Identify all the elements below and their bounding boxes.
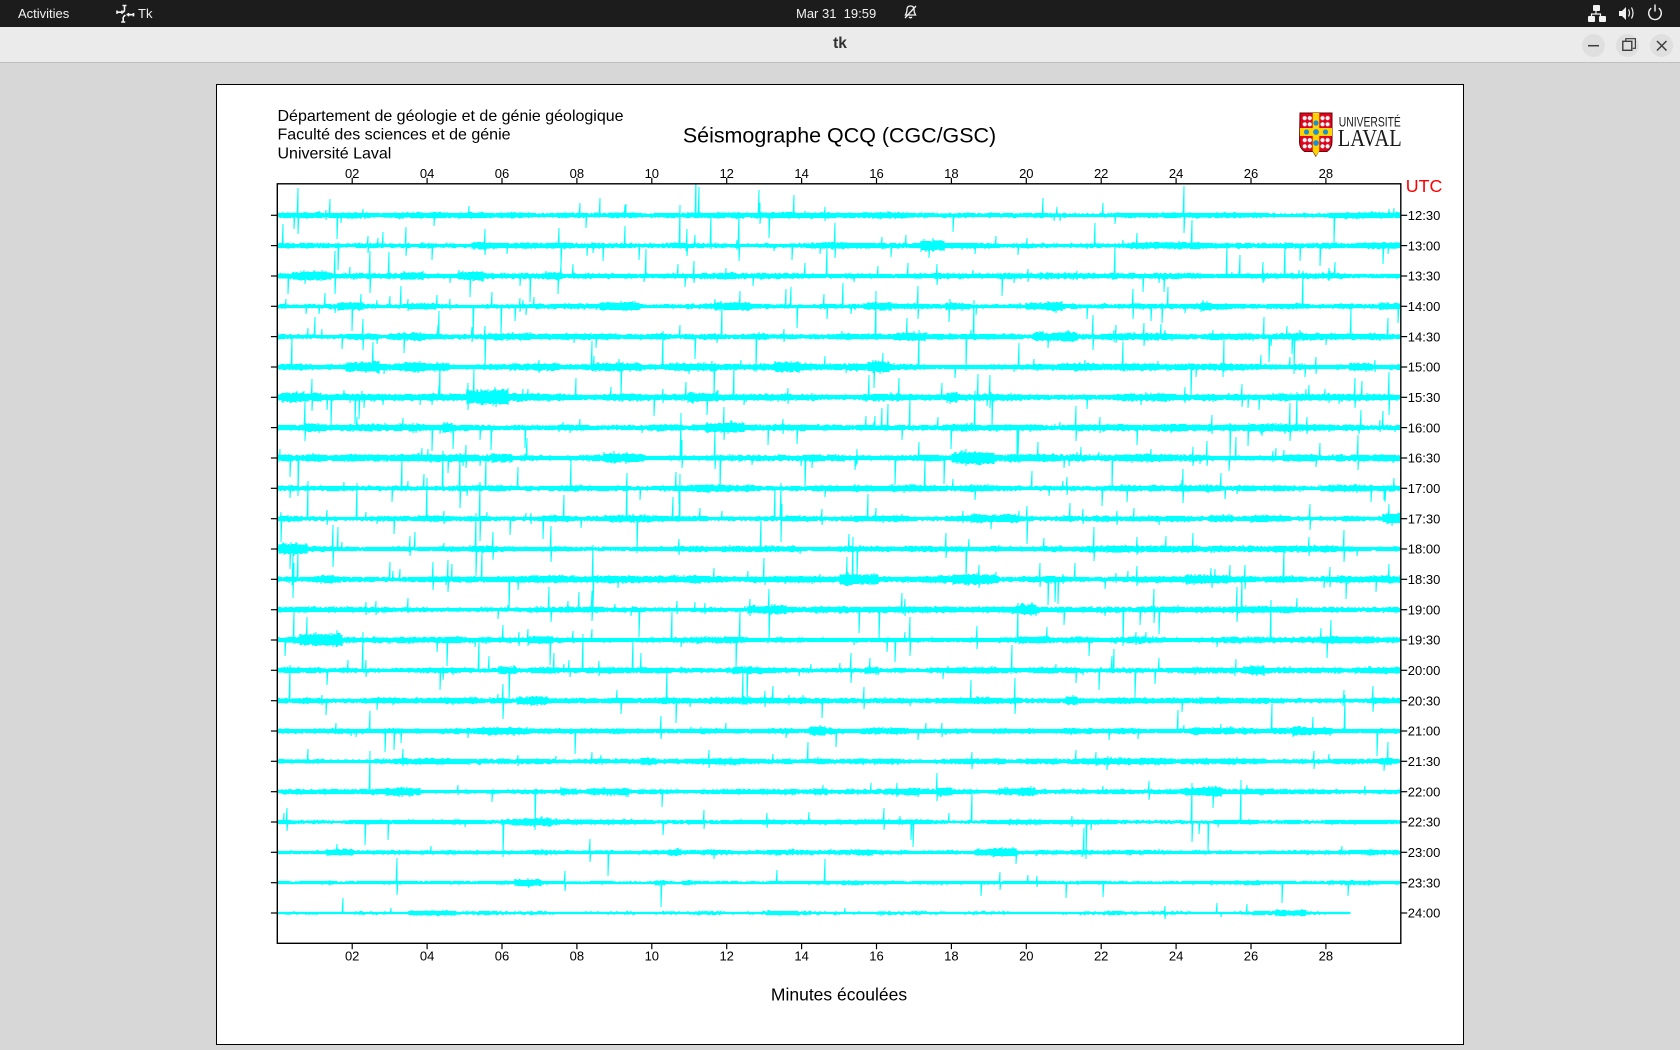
svg-text:06: 06 [495,166,509,181]
svg-text:22:00: 22:00 [1408,784,1441,799]
svg-text:15:30: 15:30 [1408,390,1441,405]
svg-text:23:30: 23:30 [1408,875,1441,890]
svg-text:Université Laval: Université Laval [278,146,392,163]
svg-text:24:00: 24:00 [1408,906,1441,921]
svg-text:08: 08 [570,949,584,964]
svg-text:14: 14 [794,166,808,181]
svg-text:16:00: 16:00 [1408,420,1441,435]
svg-text:20: 20 [1019,166,1033,181]
svg-text:28: 28 [1319,166,1333,181]
svg-text:21:30: 21:30 [1408,754,1441,769]
svg-text:08: 08 [570,166,584,181]
svg-text:17:30: 17:30 [1408,511,1441,526]
svg-text:18: 18 [944,949,958,964]
svg-text:15:00: 15:00 [1408,360,1441,375]
svg-text:04: 04 [420,949,434,964]
svg-text:14:00: 14:00 [1408,299,1441,314]
svg-text:UTC: UTC [1406,176,1443,196]
svg-text:22: 22 [1094,166,1108,181]
svg-text:10: 10 [645,949,659,964]
svg-text:28: 28 [1319,949,1333,964]
svg-text:12:30: 12:30 [1408,208,1441,223]
svg-text:02: 02 [345,166,359,181]
svg-text:16: 16 [869,949,883,964]
svg-text:14: 14 [794,949,808,964]
svg-text:26: 26 [1244,166,1258,181]
svg-text:10: 10 [645,166,659,181]
svg-text:16: 16 [869,166,883,181]
svg-text:18: 18 [944,166,958,181]
svg-text:18:00: 18:00 [1408,542,1441,557]
svg-text:24: 24 [1169,949,1183,964]
svg-text:Séismographe QCQ (CGC/GSC): Séismographe QCQ (CGC/GSC) [683,123,996,147]
svg-text:04: 04 [420,166,434,181]
svg-text:21:00: 21:00 [1408,724,1441,739]
svg-text:19:30: 19:30 [1408,633,1441,648]
svg-text:20:30: 20:30 [1408,693,1441,708]
svg-text:26: 26 [1244,949,1258,964]
svg-text:24: 24 [1169,166,1183,181]
svg-text:12: 12 [719,949,733,964]
svg-text:13:30: 13:30 [1408,269,1441,284]
svg-text:Faculté des sciences et de gén: Faculté des sciences et de génie [278,126,511,143]
svg-text:13:00: 13:00 [1408,238,1441,253]
svg-text:16:30: 16:30 [1408,451,1441,466]
svg-text:22:30: 22:30 [1408,815,1441,830]
svg-text:LAVAL: LAVAL [1338,125,1402,152]
svg-text:14:30: 14:30 [1408,329,1441,344]
svg-text:Département de géologie et de: Département de géologie et de génie géol… [278,108,624,125]
svg-text:12: 12 [719,166,733,181]
svg-text:23:00: 23:00 [1408,845,1441,860]
svg-text:Minutes écoulées: Minutes écoulées [771,985,907,1005]
svg-text:20:00: 20:00 [1408,663,1441,678]
svg-text:20: 20 [1019,949,1033,964]
svg-text:17:00: 17:00 [1408,481,1441,496]
svg-text:22: 22 [1094,949,1108,964]
svg-text:Tk: Tk [138,6,153,21]
svg-text:02: 02 [345,949,359,964]
svg-text:06: 06 [495,949,509,964]
svg-text:19:00: 19:00 [1408,602,1441,617]
svg-text:18:30: 18:30 [1408,572,1441,587]
